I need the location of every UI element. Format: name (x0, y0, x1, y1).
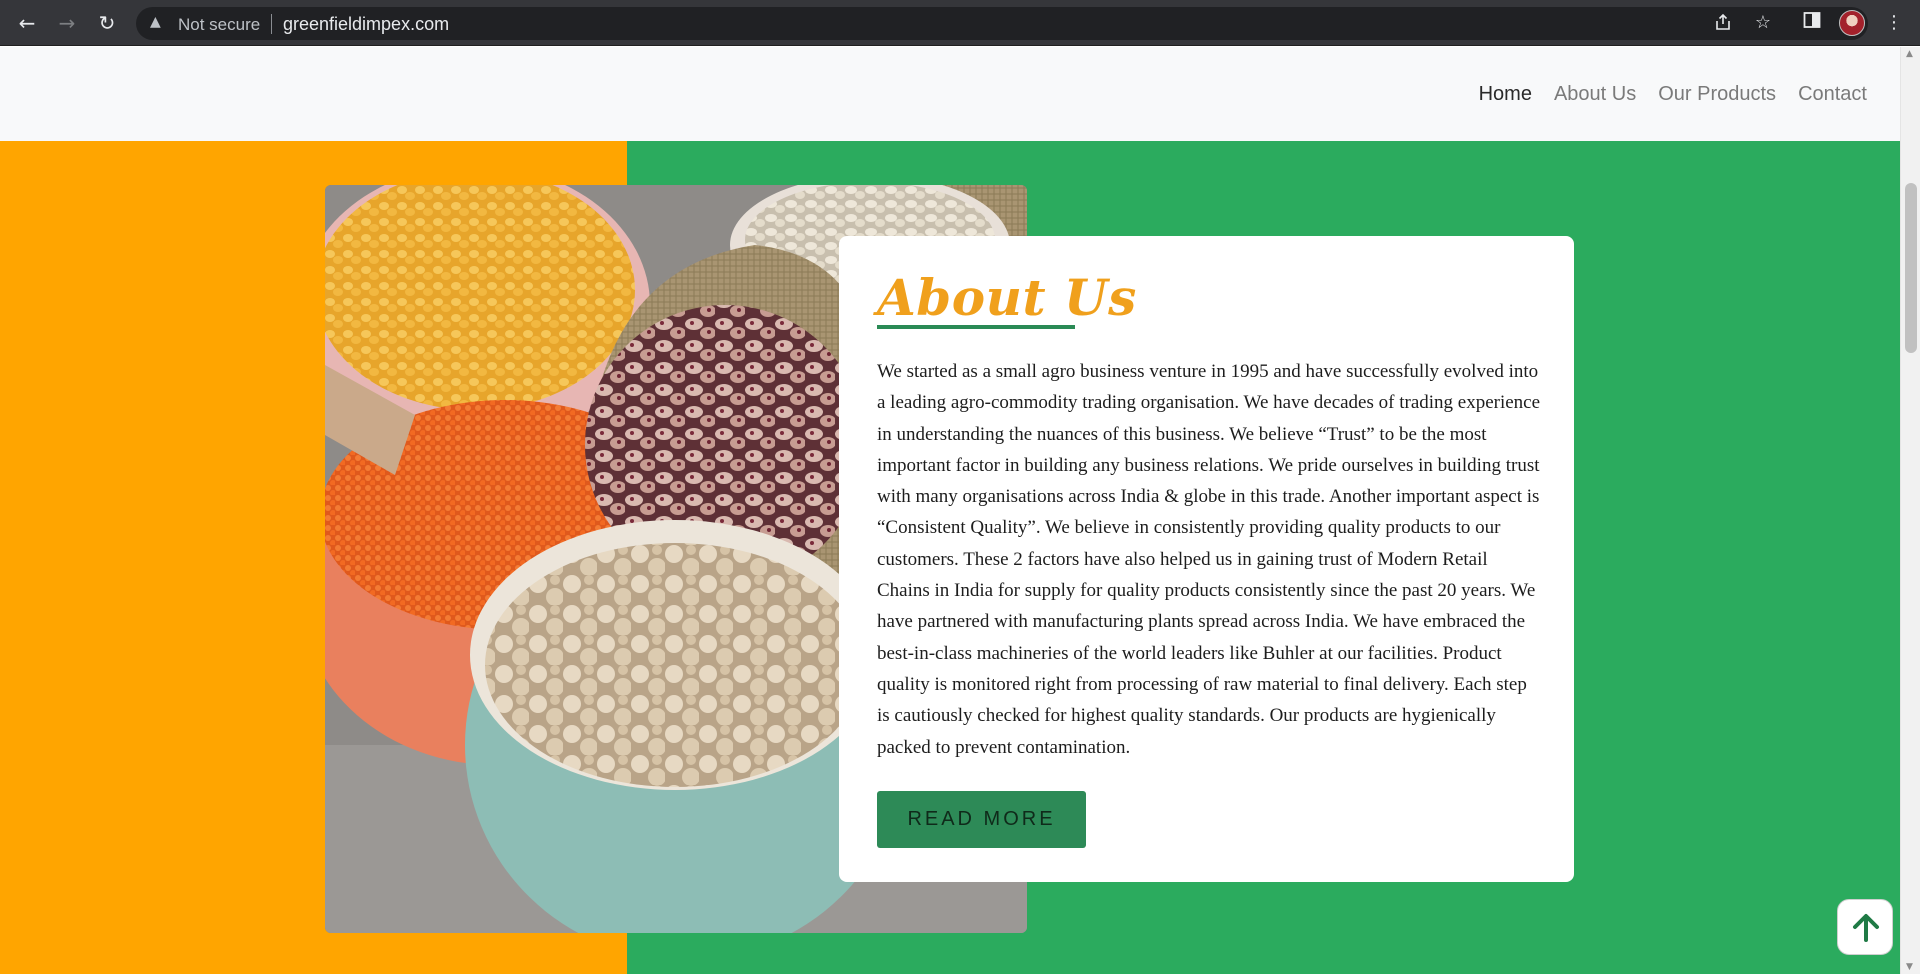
scroll-to-top-button[interactable] (1837, 899, 1893, 955)
back-arrow-icon[interactable]: ← (15, 11, 39, 35)
address-bar[interactable]: ▲ Not secure greenfieldimpex.com ☆ (136, 7, 1868, 40)
security-label[interactable]: Not secure (178, 15, 260, 35)
read-more-button[interactable]: READ MORE (877, 791, 1086, 848)
heading-underline (877, 325, 1075, 329)
site-navbar: Home About Us Our Products Contact (0, 47, 1900, 141)
about-us-card: About Us We started as a small agro busi… (839, 236, 1574, 882)
nav-link-contact[interactable]: Contact (1787, 82, 1878, 106)
arrow-up-icon (1853, 914, 1879, 942)
forward-arrow-icon[interactable]: → (55, 11, 79, 35)
page-scrollbar[interactable]: ▲ ▼ (1900, 47, 1920, 974)
reload-icon[interactable]: ↻ (95, 11, 119, 35)
about-us-description: We started as a small agro business vent… (877, 361, 1541, 758)
about-us-heading: About Us (877, 268, 1137, 327)
scroll-thumb[interactable] (1905, 183, 1917, 353)
share-icon[interactable] (1712, 12, 1734, 34)
nav-link-home[interactable]: Home (1468, 82, 1543, 106)
url-text[interactable]: greenfieldimpex.com (283, 14, 449, 35)
browser-toolbar: ← → ↻ ▲ Not secure greenfieldimpex.com ☆… (0, 0, 1920, 46)
address-separator (271, 14, 272, 34)
page-viewport: Home About Us Our Products Contact About… (0, 47, 1900, 974)
bookmark-star-icon[interactable]: ☆ (1752, 12, 1774, 34)
scroll-up-arrow-icon[interactable]: ▲ (1906, 49, 1913, 59)
profile-avatar[interactable] (1839, 10, 1865, 36)
side-panel-icon[interactable] (1800, 11, 1824, 35)
nav-link-our-products[interactable]: Our Products (1647, 82, 1787, 106)
scroll-down-arrow-icon[interactable]: ▼ (1906, 962, 1913, 972)
nav-link-about-us[interactable]: About Us (1543, 82, 1647, 106)
nav-links: Home About Us Our Products Contact (1468, 82, 1878, 106)
menu-dots-icon[interactable]: ⋮ (1882, 11, 1906, 35)
warning-icon[interactable]: ▲ (150, 14, 161, 30)
